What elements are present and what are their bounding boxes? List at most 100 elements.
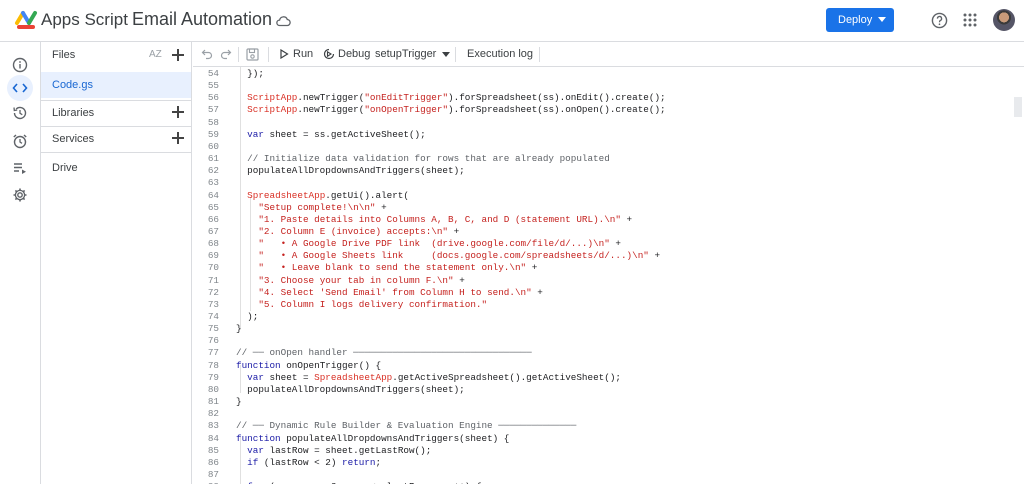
code-line[interactable]: 64 SpreadsheetApp.getUi().alert(	[193, 190, 1013, 202]
code-line[interactable]: 76	[193, 335, 1013, 347]
code-line[interactable]: 67 "2. Column E (invoice) accepts:\n" +	[193, 226, 1013, 238]
code-line[interactable]: 83 // ── Dynamic Rule Builder & Evaluatio…	[193, 420, 1013, 432]
code-line[interactable]: 56 ScriptApp.newTrigger("onEditTrigger")…	[193, 92, 1013, 104]
editor-icon[interactable]	[7, 75, 33, 101]
line-number: 63	[207, 177, 219, 189]
line-code: populateAllDropdownsAndTriggers(sheet);	[236, 165, 465, 177]
run-button[interactable]: Run	[279, 47, 313, 61]
code-line[interactable]: 82	[193, 408, 1013, 420]
divider	[41, 152, 191, 153]
sort-az-icon[interactable]: AZ	[149, 49, 162, 60]
line-code: ScriptApp.newTrigger("onEditTrigger").fo…	[247, 92, 666, 104]
code-line[interactable]: 71 "3. Choose your tab in column F.\n" +	[193, 275, 1013, 287]
execution-log-label: Execution log	[467, 48, 534, 60]
line-code: var lastRow = sheet.getLastRow();	[247, 444, 432, 456]
function-select-value: setupTrigger	[375, 48, 437, 60]
line-number: 83	[207, 420, 219, 432]
code-line[interactable]: 74 );	[193, 311, 1013, 323]
history-icon[interactable]	[7, 100, 33, 126]
redo-icon[interactable]	[220, 47, 232, 61]
libraries-row[interactable]: Libraries	[41, 99, 191, 125]
code-line[interactable]: 73 "5. Column I logs delivery confirmati…	[193, 299, 1013, 311]
line-number: 68	[207, 238, 219, 250]
add-file-icon[interactable]	[172, 49, 184, 61]
line-code: if (lastRow < 2) return;	[247, 456, 382, 468]
app-name[interactable]: Apps Script	[41, 10, 128, 30]
code-line[interactable]: 54 });	[193, 68, 1013, 80]
save-icon[interactable]	[246, 47, 259, 61]
line-number: 87	[207, 468, 219, 480]
project-title[interactable]: Email Automation	[132, 9, 272, 30]
code-line[interactable]: 79 var sheet = SpreadsheetApp.getActiveS…	[193, 372, 1013, 384]
file-item-code-gs[interactable]: Code.gs	[41, 72, 191, 98]
settings-gear-icon[interactable]	[7, 182, 33, 208]
run-label: Run	[293, 48, 314, 60]
line-code: function onOpenTrigger() {	[236, 359, 382, 371]
line-number: 72	[207, 286, 219, 298]
add-service-icon[interactable]	[172, 132, 184, 144]
top-bar: Apps Script Email Automation Deploy	[0, 0, 1024, 42]
undo-icon[interactable]	[201, 47, 213, 61]
line-number: 64	[207, 189, 219, 201]
services-label: Services	[52, 133, 95, 145]
line-code: // Initialize data validation for rows t…	[236, 153, 610, 165]
line-code: });	[236, 68, 264, 79]
line-number: 81	[207, 396, 219, 408]
line-number: 71	[207, 274, 219, 286]
avatar[interactable]	[993, 9, 1015, 31]
code-line[interactable]: 55	[193, 80, 1013, 92]
line-code: "5. Column I logs delivery confirmation.…	[258, 298, 488, 310]
debug-icon	[323, 48, 335, 60]
code-line[interactable]: 69 " • A Google Sheets link (docs.google…	[193, 250, 1013, 262]
code-line[interactable]: 61 // Initialize data validation for row…	[193, 153, 1013, 165]
code-line[interactable]: 62 populateAllDropdownsAndTriggers(sheet…	[193, 165, 1013, 177]
line-number: 56	[207, 92, 219, 104]
debug-button[interactable]: Debug	[323, 47, 370, 61]
google-apps-icon[interactable]	[963, 13, 977, 27]
services-row[interactable]: Services	[41, 125, 191, 151]
line-number: 75	[207, 323, 219, 335]
code-line[interactable]: 81}	[193, 396, 1013, 408]
code-line[interactable]: 84 function populateAllDropdownsAndTrigge…	[193, 433, 1013, 445]
code-line[interactable]: 85 var lastRow = sheet.getLastRow();	[193, 445, 1013, 457]
code-line[interactable]: 59 var sheet = ss.getActiveSheet();	[193, 129, 1013, 141]
function-select[interactable]: setupTrigger	[375, 47, 451, 61]
code-line[interactable]: 65 "Setup complete!\n\n" +	[193, 202, 1013, 214]
code-line[interactable]: 78 function onOpenTrigger() {	[193, 360, 1013, 372]
line-code: ScriptApp.newTrigger("onOpenTrigger").fo…	[247, 104, 666, 116]
code-editor[interactable]: 54 }); 55 56 ScriptApp.newTrigger("onEditT…	[193, 67, 1024, 484]
code-line[interactable]: 58	[193, 117, 1013, 129]
code-line[interactable]: 57 ScriptApp.newTrigger("onOpenTrigger")…	[193, 104, 1013, 116]
code-line[interactable]: 72 "4. Select 'Send Email' from Column H…	[193, 287, 1013, 299]
code-line[interactable]: 60	[193, 141, 1013, 153]
apps-script-logo[interactable]	[14, 8, 38, 32]
code-line[interactable]: 80 populateAllDropdownsAndTriggers(sheet…	[193, 384, 1013, 396]
line-number: 70	[207, 262, 219, 274]
editor-toolbar: Run Debug setupTrigger Execution log	[193, 42, 1024, 67]
line-number: 62	[207, 165, 219, 177]
code-line[interactable]: 75}	[193, 323, 1013, 335]
code-line[interactable]: 63	[193, 177, 1013, 189]
code-line[interactable]: 68 " • A Google Drive PDF link (drive.go…	[193, 238, 1013, 250]
code-line[interactable]: 66 "1. Paste details into Columns A, B, …	[193, 214, 1013, 226]
left-nav-rail	[0, 42, 41, 484]
execution-log-button[interactable]: Execution log	[467, 47, 533, 61]
service-drive-label: Drive	[52, 162, 78, 174]
line-number: 77	[207, 347, 219, 359]
help-icon[interactable]	[931, 12, 948, 29]
line-number: 58	[207, 116, 219, 128]
executions-icon[interactable]	[7, 155, 33, 181]
code-line[interactable]: 86 if (lastRow < 2) return;	[193, 457, 1013, 469]
line-number: 60	[207, 140, 219, 152]
code-line[interactable]: 77 // ── onOpen handler ─────────────────…	[193, 347, 1013, 359]
line-number: 76	[207, 335, 219, 347]
add-library-icon[interactable]	[172, 106, 184, 118]
code-line[interactable]: 70 " • Leave blank to send the statement…	[193, 262, 1013, 274]
service-item-drive[interactable]: Drive	[41, 155, 191, 181]
editor-scrollbar[interactable]	[1014, 97, 1022, 117]
line-number: 82	[207, 408, 219, 420]
deploy-button[interactable]: Deploy	[826, 8, 894, 32]
file-name: Code.gs	[52, 79, 93, 91]
code-line[interactable]: 87	[193, 469, 1013, 481]
triggers-alarm-icon[interactable]	[7, 128, 33, 154]
